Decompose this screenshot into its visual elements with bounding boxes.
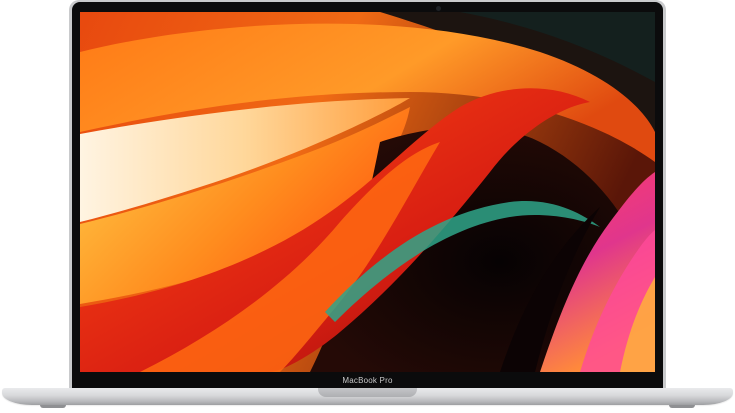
wallpaper	[80, 12, 655, 372]
opening-notch	[318, 388, 417, 397]
rubber-foot-left	[40, 405, 66, 408]
laptop-photo: MacBook Pro	[0, 0, 735, 413]
camera-icon	[436, 6, 441, 11]
laptop-screen	[80, 12, 655, 372]
rubber-foot-right	[669, 405, 695, 408]
brand-label: MacBook Pro	[342, 376, 393, 385]
